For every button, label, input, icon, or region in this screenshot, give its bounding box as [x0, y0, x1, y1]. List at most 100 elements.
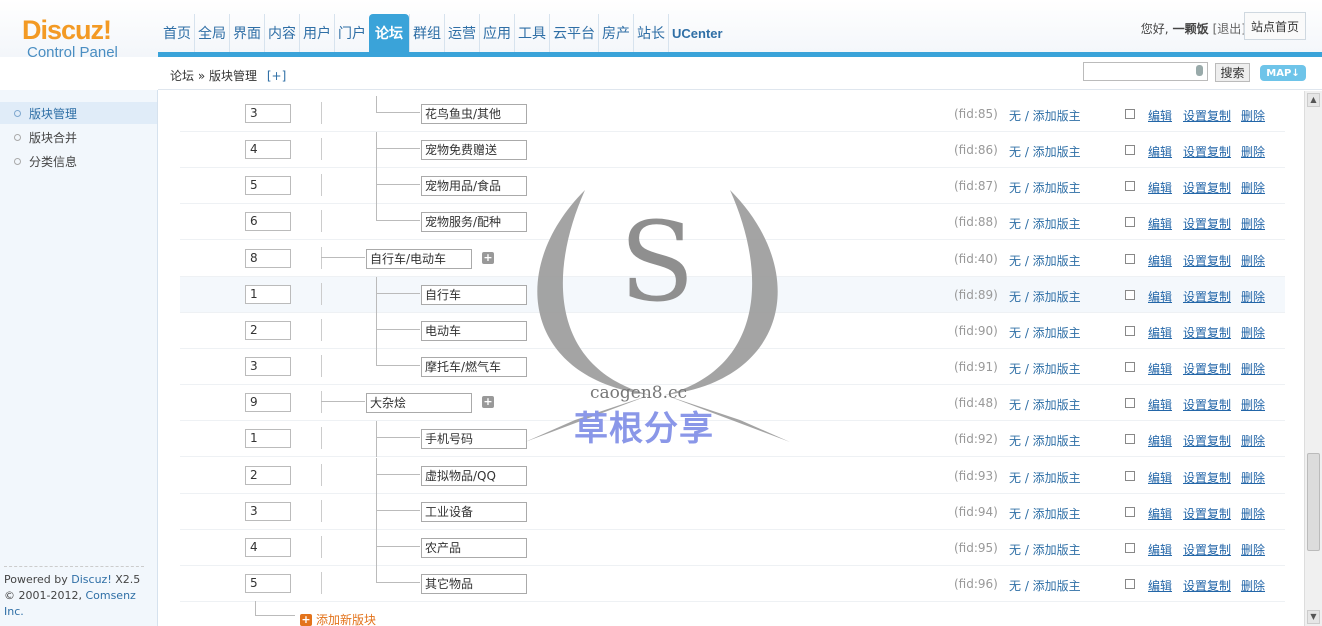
nav-item[interactable]: 内容 — [264, 14, 299, 52]
delete-link[interactable]: 删除 — [1241, 324, 1265, 341]
display-order-input[interactable]: 1 — [245, 284, 291, 304]
add-moderator-link[interactable]: 无 / 添加版主 — [1009, 469, 1081, 486]
copy-settings-link[interactable]: 设置复制 — [1183, 469, 1231, 486]
expand-plus-icon[interactable]: + — [482, 396, 494, 409]
nav-item[interactable]: 群组 — [409, 14, 444, 52]
row-checkbox[interactable] — [1125, 253, 1135, 264]
delete-link[interactable]: 删除 — [1241, 505, 1265, 522]
forum-name-input[interactable]: 其它物品 — [421, 573, 527, 594]
delete-link[interactable]: 删除 — [1241, 179, 1265, 196]
edit-link[interactable]: 编辑 — [1148, 577, 1172, 594]
sidebar-item[interactable]: 分类信息 — [0, 150, 157, 172]
add-moderator-link[interactable]: 无 / 添加版主 — [1009, 252, 1081, 269]
edit-link[interactable]: 编辑 — [1148, 107, 1172, 124]
forum-name-input[interactable]: 宠物免费赠送 — [421, 140, 527, 161]
delete-link[interactable]: 删除 — [1241, 288, 1265, 305]
display-order-input[interactable]: 6 — [245, 212, 291, 232]
row-checkbox[interactable] — [1125, 470, 1135, 481]
copy-settings-link[interactable]: 设置复制 — [1183, 577, 1231, 594]
display-order-input[interactable]: 2 — [245, 320, 291, 340]
add-moderator-link[interactable]: 无 / 添加版主 — [1009, 324, 1081, 341]
forum-name-input[interactable]: 农产品 — [421, 537, 527, 558]
delete-link[interactable]: 删除 — [1241, 541, 1265, 558]
scroll-thumb[interactable] — [1307, 453, 1320, 551]
add-moderator-link[interactable]: 无 / 添加版主 — [1009, 288, 1081, 305]
row-checkbox[interactable] — [1125, 217, 1135, 228]
copy-settings-link[interactable]: 设置复制 — [1183, 215, 1231, 232]
add-moderator-link[interactable]: 无 / 添加版主 — [1009, 107, 1081, 124]
row-checkbox[interactable] — [1125, 181, 1135, 192]
add-moderator-link[interactable]: 无 / 添加版主 — [1009, 215, 1081, 232]
delete-link[interactable]: 删除 — [1241, 469, 1265, 486]
forum-name-input[interactable]: 宠物服务/配种 — [421, 212, 527, 233]
copy-settings-link[interactable]: 设置复制 — [1183, 360, 1231, 377]
copy-settings-link[interactable]: 设置复制 — [1183, 179, 1231, 196]
add-moderator-link[interactable]: 无 / 添加版主 — [1009, 360, 1081, 377]
row-checkbox[interactable] — [1125, 109, 1135, 119]
add-moderator-link[interactable]: 无 / 添加版主 — [1009, 432, 1081, 449]
breadcrumb-section[interactable]: 论坛 — [170, 69, 194, 83]
display-order-input[interactable]: 3 — [245, 501, 291, 521]
edit-link[interactable]: 编辑 — [1148, 396, 1172, 413]
copy-settings-link[interactable]: 设置复制 — [1183, 324, 1231, 341]
add-moderator-link[interactable]: 无 / 添加版主 — [1009, 179, 1081, 196]
display-order-input[interactable]: 4 — [245, 537, 291, 557]
copy-settings-link[interactable]: 设置复制 — [1183, 288, 1231, 305]
copy-settings-link[interactable]: 设置复制 — [1183, 252, 1231, 269]
display-order-input[interactable]: 3 — [245, 104, 291, 123]
row-checkbox[interactable] — [1125, 325, 1135, 336]
nav-item[interactable]: 全局 — [194, 14, 229, 52]
delete-link[interactable]: 删除 — [1241, 577, 1265, 594]
delete-link[interactable]: 删除 — [1241, 360, 1265, 377]
forum-name-input[interactable]: 摩托车/燃气车 — [421, 357, 527, 378]
copy-settings-link[interactable]: 设置复制 — [1183, 396, 1231, 413]
search-button[interactable]: 搜索 — [1215, 63, 1250, 82]
add-moderator-link[interactable]: 无 / 添加版主 — [1009, 541, 1081, 558]
nav-item[interactable]: 应用 — [479, 14, 514, 52]
display-order-input[interactable]: 3 — [245, 357, 291, 377]
nav-item[interactable]: 云平台 — [549, 14, 598, 52]
copy-settings-link[interactable]: 设置复制 — [1183, 143, 1231, 160]
edit-link[interactable]: 编辑 — [1148, 505, 1172, 522]
delete-link[interactable]: 删除 — [1241, 107, 1265, 124]
forum-name-input[interactable]: 电动车 — [421, 320, 527, 341]
sidebar-item[interactable]: 版块管理 — [0, 102, 157, 124]
edit-link[interactable]: 编辑 — [1148, 252, 1172, 269]
delete-link[interactable]: 删除 — [1241, 432, 1265, 449]
nav-item[interactable]: UCenter — [668, 14, 726, 52]
copy-settings-link[interactable]: 设置复制 — [1183, 432, 1231, 449]
edit-link[interactable]: 编辑 — [1148, 541, 1172, 558]
edit-link[interactable]: 编辑 — [1148, 324, 1172, 341]
display-order-input[interactable]: 5 — [245, 176, 291, 196]
nav-item[interactable]: 界面 — [229, 14, 264, 52]
product-link[interactable]: Discuz! — [71, 573, 111, 586]
search-input[interactable] — [1083, 62, 1208, 81]
row-checkbox[interactable] — [1125, 542, 1135, 553]
forum-name-input[interactable]: 宠物用品/食品 — [421, 176, 527, 197]
edit-link[interactable]: 编辑 — [1148, 360, 1172, 377]
edit-link[interactable]: 编辑 — [1148, 143, 1172, 160]
copy-settings-link[interactable]: 设置复制 — [1183, 107, 1231, 124]
edit-link[interactable]: 编辑 — [1148, 179, 1172, 196]
display-order-input[interactable]: 1 — [245, 429, 291, 449]
nav-item[interactable]: 房产 — [598, 14, 633, 52]
forum-name-input[interactable]: 工业设备 — [421, 501, 527, 522]
add-moderator-link[interactable]: 无 / 添加版主 — [1009, 396, 1081, 413]
forum-name-input[interactable]: 花鸟鱼虫/其他 — [421, 104, 527, 124]
map-button[interactable]: MAP ↓ — [1260, 65, 1306, 81]
edit-link[interactable]: 编辑 — [1148, 288, 1172, 305]
add-moderator-link[interactable]: 无 / 添加版主 — [1009, 577, 1081, 594]
nav-item[interactable]: 运营 — [444, 14, 479, 52]
display-order-input[interactable]: 4 — [245, 140, 291, 160]
breadcrumb-add-link[interactable]: [+] — [267, 69, 286, 83]
forum-name-input[interactable]: 大杂烩 — [366, 393, 472, 414]
microphone-icon[interactable] — [1196, 65, 1203, 76]
scroll-down-icon[interactable]: ▼ — [1307, 610, 1320, 624]
site-home-button[interactable]: 站点首页 — [1244, 12, 1306, 40]
add-new-forum-link[interactable]: + 添加新版块 — [300, 611, 376, 626]
edit-link[interactable]: 编辑 — [1148, 432, 1172, 449]
delete-link[interactable]: 删除 — [1241, 396, 1265, 413]
forum-name-input[interactable]: 自行车/电动车 — [366, 248, 472, 269]
display-order-input[interactable]: 8 — [245, 248, 291, 268]
row-checkbox[interactable] — [1125, 578, 1135, 589]
